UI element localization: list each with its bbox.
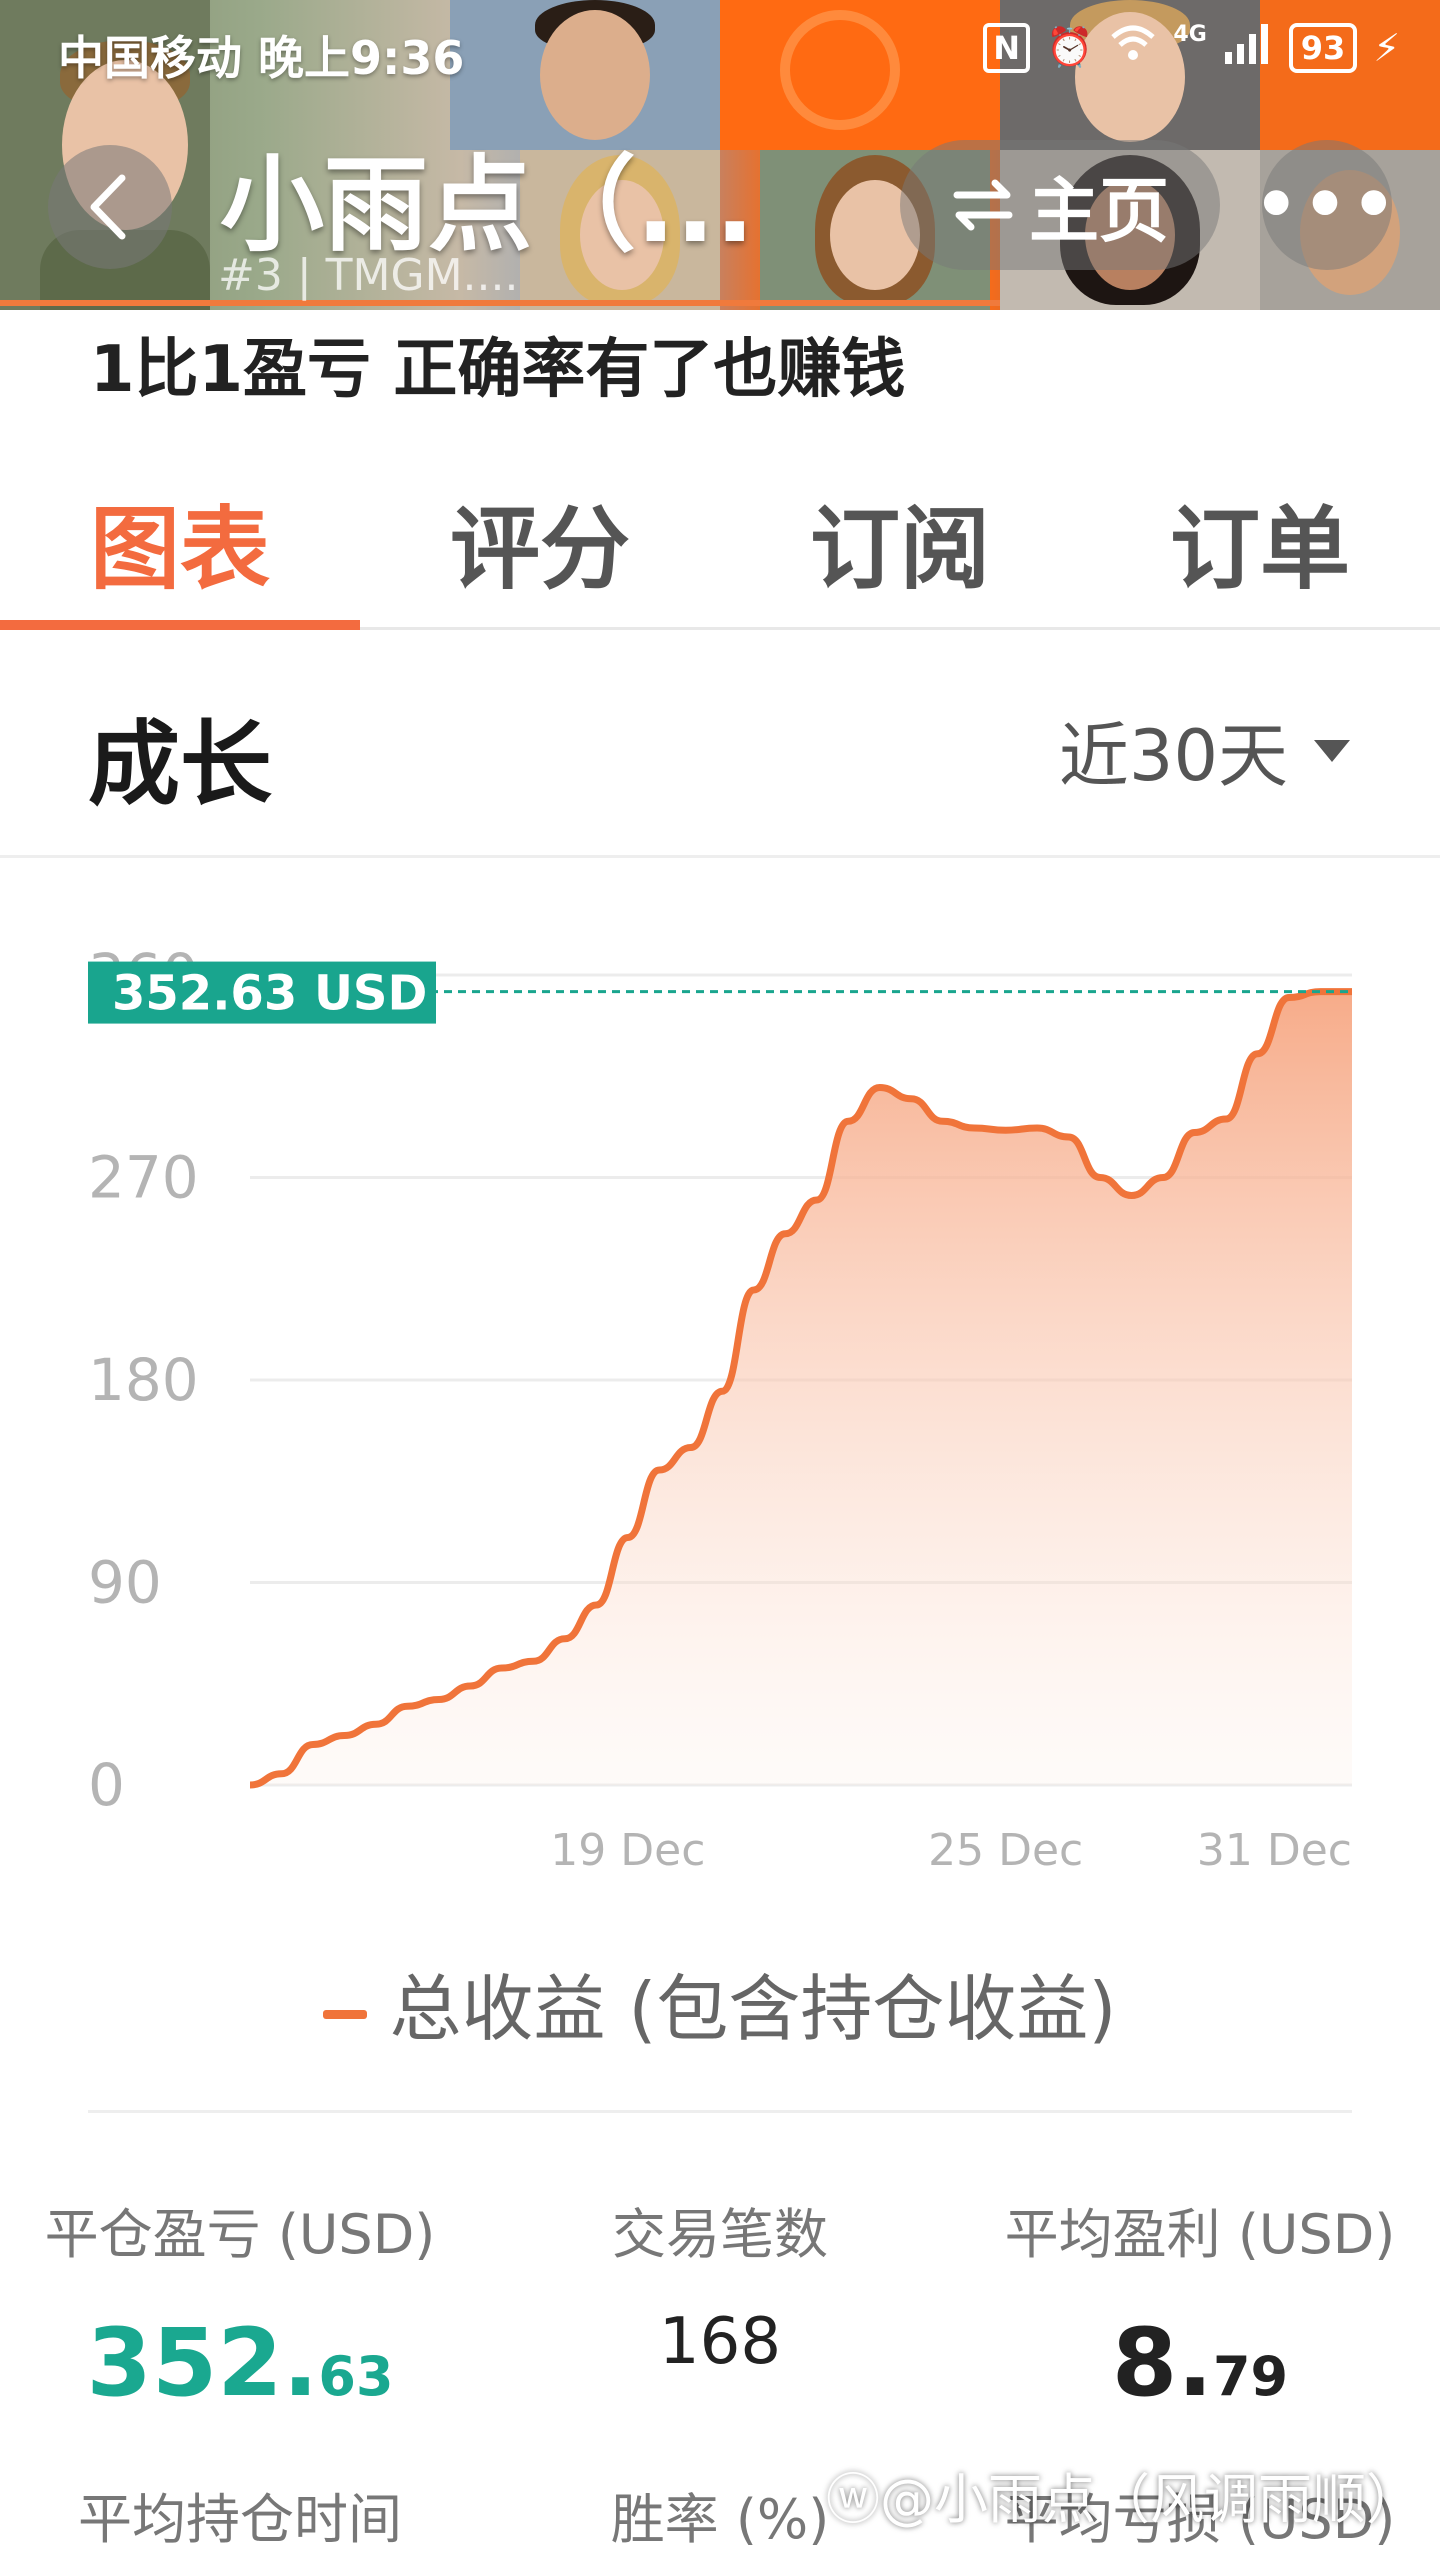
- x-tick-label: 31 Dec: [1197, 1825, 1352, 1876]
- stat-label: 平均持仓时间: [78, 2488, 402, 2551]
- caret-down-icon: [1314, 739, 1350, 762]
- status-icons: N ⏰ 4G 93 ⚡: [983, 22, 1400, 73]
- chart-legend: 总收益 (包含持仓收益): [0, 1950, 1440, 2055]
- stat-value: 8.79: [990, 2309, 1410, 2418]
- wifi-icon: [1109, 23, 1157, 72]
- tab-subscribe[interactable]: 订阅: [720, 480, 1080, 627]
- section-title: 成长: [88, 711, 273, 818]
- status-bar: 中国移动 晚上9:36 N ⏰ 4G 93 ⚡: [0, 0, 1440, 110]
- legend-swatch: [323, 2009, 368, 2019]
- legend-label: 总收益 (包含持仓收益): [389, 1967, 1117, 2051]
- stat-label: 平均盈利 (USD): [1004, 2203, 1396, 2266]
- stat-value: 352.63: [30, 2309, 450, 2418]
- signal-icon: [1223, 22, 1273, 73]
- stat-value-int: 8.: [1111, 2309, 1213, 2418]
- current-value-label: 352.63 USD: [112, 966, 427, 1022]
- x-tick-label: 19 Dec: [550, 1825, 705, 1876]
- tab-bar: 图表 评分 订阅 订单: [0, 480, 1440, 630]
- tab-rating[interactable]: 评分: [360, 480, 720, 627]
- chevron-left-icon: [90, 174, 126, 240]
- stat-value: 168: [658, 2305, 782, 2379]
- stat-value-int: 352.: [86, 2309, 319, 2418]
- nfc-icon: N: [983, 22, 1031, 73]
- charging-icon: ⚡: [1373, 25, 1400, 70]
- stat-closed-pnl: 平仓盈亏 (USD) 352.63: [30, 2190, 450, 2418]
- watermark: ⓦ@小雨点（风调雨顺）: [826, 2455, 1420, 2534]
- stat-label: 平仓盈亏 (USD): [44, 2203, 436, 2266]
- battery-icon: 93: [1288, 22, 1358, 73]
- stat-avg-hold: 平均持仓时间: [30, 2475, 450, 2554]
- stat-value-dec: 63: [318, 2345, 394, 2408]
- tab-orders[interactable]: 订单: [1080, 480, 1440, 627]
- home-button[interactable]: 主页: [900, 140, 1220, 270]
- stat-value-dec: 79: [1212, 2345, 1289, 2408]
- y-tick-label: 90: [88, 1549, 162, 1617]
- y-tick-label: 270: [88, 1144, 199, 1212]
- range-selector[interactable]: 近30天: [1059, 700, 1350, 801]
- chart-canvas: 09018027036019 Dec25 Dec31 Dec352.63 USD: [88, 941, 1352, 1876]
- weibo-icon: ⓦ: [826, 2468, 880, 2531]
- stat-avg-profit: 平均盈利 (USD) 8.79: [990, 2190, 1410, 2418]
- series-area: [250, 991, 1352, 1785]
- watermark-text: @小雨点（风调雨顺）: [880, 2468, 1420, 2531]
- tab-chart[interactable]: 图表: [0, 480, 360, 630]
- strategy-description: 1比1盈亏 正确率有了也赚钱: [90, 333, 906, 407]
- more-options-button[interactable]: •••: [1254, 140, 1396, 270]
- back-button[interactable]: [48, 145, 172, 269]
- home-label: 主页: [1029, 169, 1169, 252]
- stat-label: 交易笔数: [612, 2203, 828, 2266]
- y-tick-label: 0: [88, 1751, 125, 1819]
- broker-subtitle: #3 | TMGM....: [218, 250, 519, 301]
- stats-divider: [88, 2110, 1352, 2113]
- y-tick-label: 180: [88, 1346, 199, 1414]
- switch-icon: [953, 179, 1013, 231]
- x-tick-label: 25 Dec: [928, 1825, 1083, 1876]
- section-divider: [0, 855, 1440, 858]
- carrier-time: 中国移动 晚上9:36: [58, 31, 465, 85]
- page-title: 小雨点（...: [220, 144, 755, 266]
- stat-trades: 交易笔数 168: [520, 2190, 920, 2379]
- network-label: 4G: [1173, 22, 1207, 47]
- range-label: 近30天: [1058, 715, 1288, 797]
- growth-chart: 09018027036019 Dec25 Dec31 Dec352.63 USD: [0, 900, 1440, 1900]
- alarm-icon: ⏰: [1046, 25, 1094, 69]
